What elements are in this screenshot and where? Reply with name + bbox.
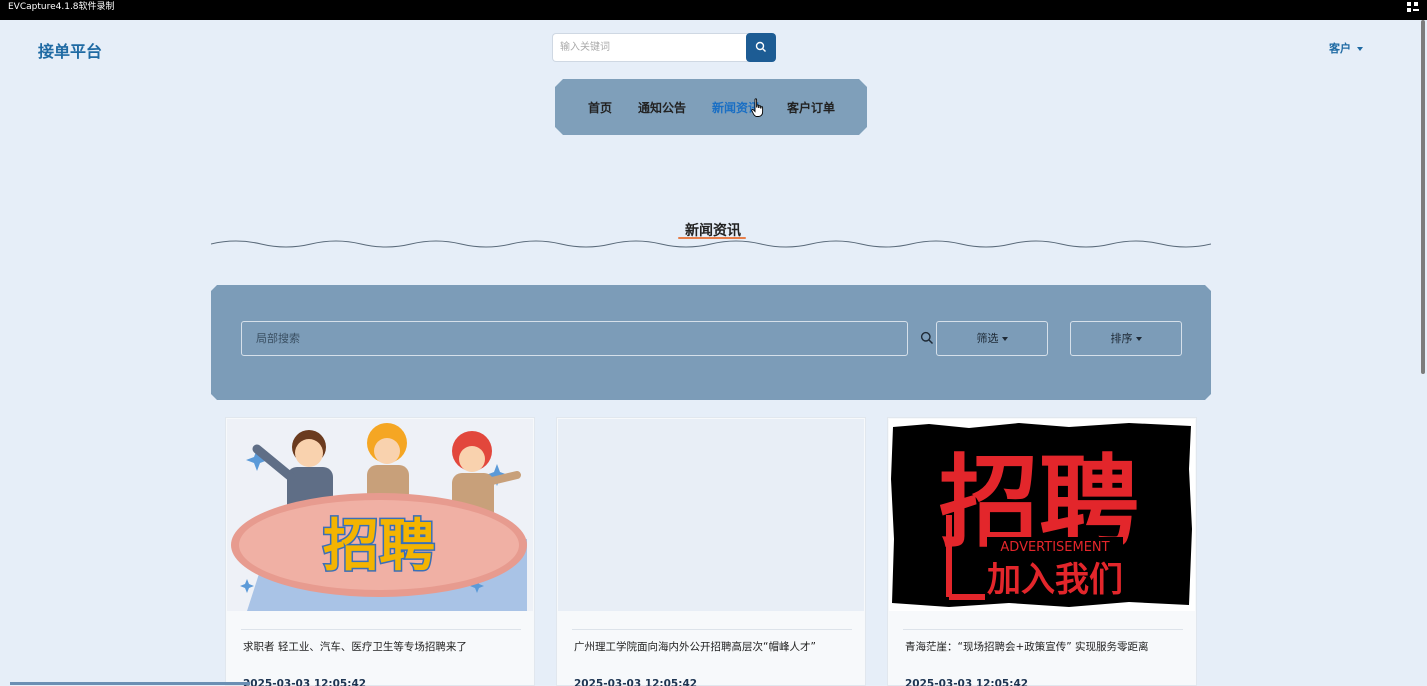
global-search [552, 33, 776, 62]
news-date: 2025-03-03 12:05:42 [574, 678, 698, 686]
filter-dropdown-button[interactable]: 筛选 [936, 321, 1048, 356]
sort-label: 排序 [1110, 332, 1133, 345]
scrollbar-thumb[interactable] [1421, 20, 1425, 374]
main-nav: 首页 通知公告 新闻资讯 客户订单 [555, 79, 867, 135]
news-title[interactable]: 求职者 轻工业、汽车、医疗卫生等专场招聘来了 [243, 639, 528, 654]
user-menu-label: 客户 [1329, 42, 1351, 55]
filter-label: 筛选 [976, 332, 999, 345]
recording-progress-line [10, 682, 250, 685]
recorder-bar: EVCapture4.1.8软件录制 [0, 0, 1427, 20]
local-search-input[interactable] [241, 321, 908, 356]
news-card[interactable]: 广州理工学院面向海内外公开招聘高层次“帽峰人才” 2025-03-03 12:0… [556, 417, 866, 686]
page-scrollbar[interactable] [1420, 20, 1427, 380]
chevron-down-icon [1001, 337, 1008, 341]
news-title[interactable]: 青海茫崖：“现场招聘会+政策宣传” 实现服务零距离 [905, 639, 1190, 654]
search-icon [755, 41, 766, 52]
news-card[interactable]: 招聘 求职者 轻工业、汽车、医疗卫生等专场招聘来了 2025-03-03 12:… [225, 417, 535, 686]
sort-dropdown-button[interactable]: 排序 [1070, 321, 1182, 356]
news-card[interactable]: 招聘 ADVERTISEMENT 加入我们 青海茫崖：“现场招聘会+政策宣传” … [887, 417, 1197, 686]
nav-item-home[interactable]: 首页 [588, 99, 612, 116]
news-image-placeholder[interactable] [558, 419, 864, 611]
news-image-recruitment-cartoon[interactable]: 招聘 [227, 419, 533, 611]
fullscreen-toggle-icon[interactable] [1407, 2, 1419, 12]
news-image-recruitment-poster[interactable]: 招聘 ADVERTISEMENT 加入我们 [889, 419, 1195, 611]
chevron-down-icon [1135, 337, 1142, 341]
news-date: 2025-03-03 12:05:42 [905, 678, 1029, 686]
news-title[interactable]: 广州理工学院面向海内外公开招聘高层次“帽峰人才” [574, 639, 859, 654]
chevron-down-icon [1357, 47, 1363, 51]
hand-cursor-icon [751, 98, 764, 117]
card3-image-join: 加入我们 [987, 560, 1123, 600]
search-icon[interactable] [920, 331, 934, 345]
user-menu-dropdown[interactable]: 客户 [1329, 40, 1363, 56]
search-button[interactable] [746, 33, 776, 62]
search-input[interactable] [552, 33, 748, 62]
card3-image-subtext: ADVERTISEMENT [1000, 540, 1109, 555]
recorder-title: EVCapture4.1.8软件录制 [8, 2, 115, 12]
card1-image-text: 招聘 [323, 514, 435, 579]
card-divider [572, 629, 852, 630]
card-divider [241, 629, 521, 630]
brand-logo[interactable]: 接单平台 [38, 38, 102, 62]
filter-panel: 筛选 排序 [211, 285, 1211, 400]
news-date: 2025-03-03 12:05:42 [243, 678, 367, 686]
wave-divider [211, 240, 1211, 248]
nav-item-notices[interactable]: 通知公告 [638, 99, 686, 116]
card-divider [903, 629, 1183, 630]
nav-item-orders[interactable]: 客户订单 [787, 99, 835, 116]
